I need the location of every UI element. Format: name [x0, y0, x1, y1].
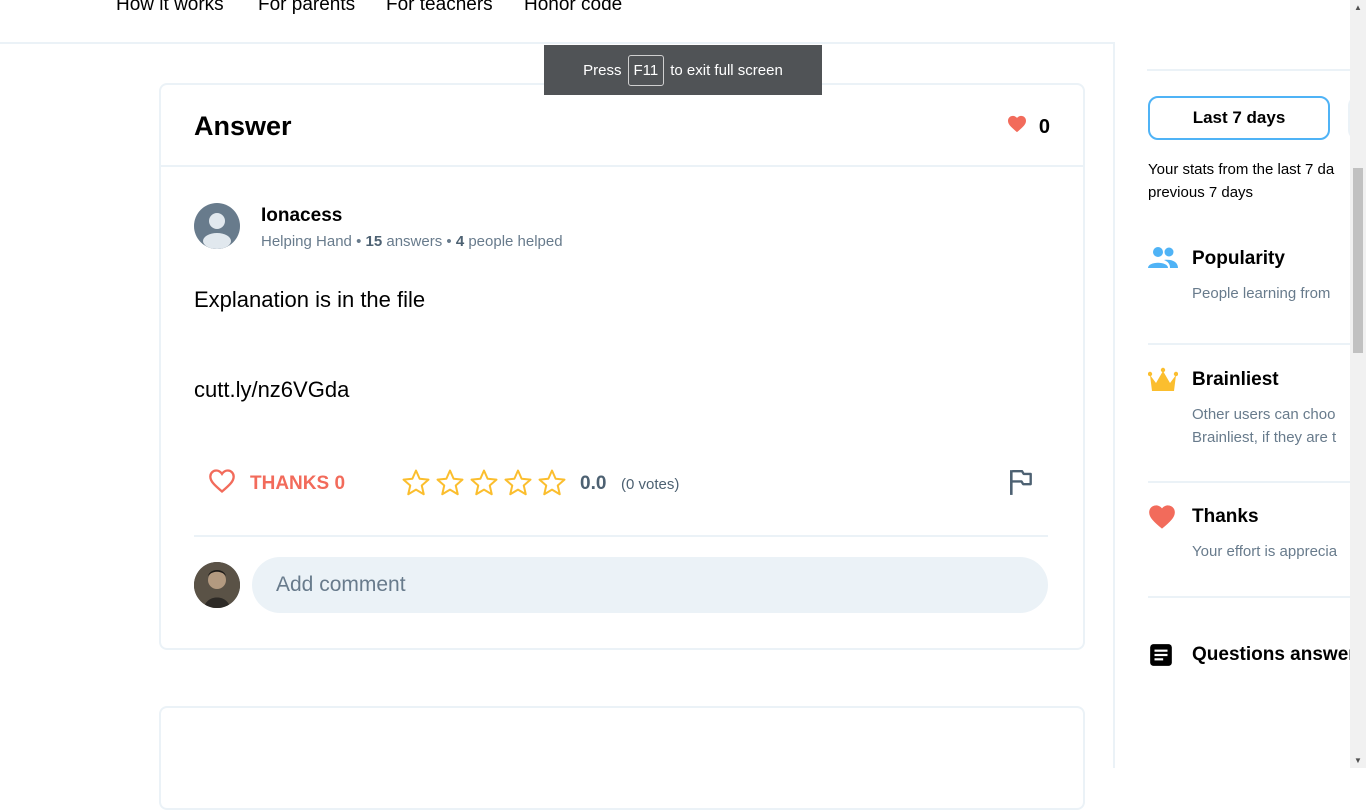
fullscreen-toast: Press F11 to exit full screen: [544, 45, 822, 95]
scroll-up-icon[interactable]: ▲: [1354, 3, 1362, 12]
author-answers-count: 15: [365, 233, 383, 250]
rating-value: 0.0: [580, 473, 607, 494]
report-button[interactable]: [1008, 468, 1034, 501]
nav-link-for-teachers[interactable]: For teachers: [386, 0, 493, 16]
next-card: [159, 706, 1085, 810]
author-avatar[interactable]: [194, 203, 240, 249]
star-icon-5[interactable]: [537, 468, 567, 503]
nav-link-how-it-works[interactable]: How it works: [116, 0, 224, 16]
star-icon-1[interactable]: [401, 468, 431, 503]
scroll-down-icon[interactable]: ▼: [1354, 756, 1362, 765]
heart-outline-icon: [208, 468, 236, 500]
divider: [1148, 596, 1352, 598]
page-scrollbar[interactable]: ▲ ▼: [1350, 0, 1366, 768]
stat-description: Your effort is apprecia: [1192, 543, 1338, 560]
answer-card: Answer 0 Ionacess Helping Hand • 15 answ…: [159, 83, 1085, 650]
heart-icon: [1007, 115, 1027, 139]
stats-description-line: previous 7 days: [1148, 184, 1254, 201]
nav-link-honor-code[interactable]: Honor code: [524, 0, 622, 16]
answer-title: Answer: [194, 111, 292, 141]
document-icon: [1148, 642, 1174, 673]
divider: [1147, 69, 1352, 71]
nav-link-for-parents[interactable]: For parents: [258, 0, 355, 16]
stat-description-line: Other users can choo: [1192, 406, 1336, 423]
stats-description: Your stats from the last 7 da previous 7…: [1148, 158, 1352, 204]
stats-description-line: Your stats from the last 7 da: [1148, 161, 1335, 178]
scrollbar-thumb[interactable]: [1353, 168, 1363, 353]
divider: [1148, 481, 1352, 483]
crown-icon: [1147, 367, 1179, 398]
stat-description: People learning from: [1192, 285, 1331, 302]
stats-sidebar: Last 7 days Your stats from the last 7 d…: [1113, 42, 1352, 768]
top-navigation: How it works For parents For teachers Ho…: [0, 0, 1350, 44]
stat-title: Popularity: [1192, 248, 1285, 269]
answer-card-header: Answer 0: [161, 85, 1083, 167]
answer-actions: THANKS 0 0.0 (0 votes): [194, 460, 1048, 537]
author-meta: Helping Hand • 15 answers • 4 people hel…: [261, 233, 563, 250]
last-7-days-button[interactable]: Last 7 days: [1148, 96, 1330, 140]
flag-icon: [1008, 470, 1034, 500]
author-rank: Helping Hand: [261, 233, 352, 250]
author-helped-count: 4: [455, 233, 465, 250]
stat-title: Questions answer: [1192, 644, 1352, 665]
toast-press: Press: [583, 61, 622, 79]
answer-link-text: cutt.ly/nz6VGda: [194, 377, 350, 402]
star-icon-3[interactable]: [469, 468, 499, 503]
people-icon: [1148, 246, 1178, 275]
like-counter[interactable]: 0: [1007, 115, 1050, 139]
votes-count: (0 votes): [621, 476, 680, 493]
author-answers-label: answers: [386, 233, 443, 250]
thanks-label: THANKS 0: [250, 473, 346, 494]
author-name[interactable]: Ionacess: [261, 205, 342, 227]
toast-suffix: to exit full screen: [670, 61, 783, 79]
like-count: 0: [1038, 115, 1050, 138]
rating-stars[interactable]: [401, 468, 567, 503]
stat-title: Brainliest: [1192, 369, 1279, 390]
add-comment-input[interactable]: [252, 557, 1048, 613]
star-icon-4[interactable]: [503, 468, 533, 503]
stat-description-line: Brainliest, if they are t: [1192, 429, 1337, 446]
stat-title: Thanks: [1192, 506, 1259, 527]
user-avatar[interactable]: [194, 562, 240, 608]
thanks-button[interactable]: THANKS 0: [208, 468, 345, 500]
star-icon-2[interactable]: [435, 468, 465, 503]
heart-icon: [1148, 504, 1176, 535]
divider: [1148, 343, 1352, 345]
stat-description: Other users can choo Brainliest, if they…: [1192, 403, 1352, 449]
author-helped-label: people helped: [468, 233, 563, 250]
answer-body: Explanation is in the file: [194, 287, 426, 312]
toast-key: F11: [627, 54, 665, 86]
